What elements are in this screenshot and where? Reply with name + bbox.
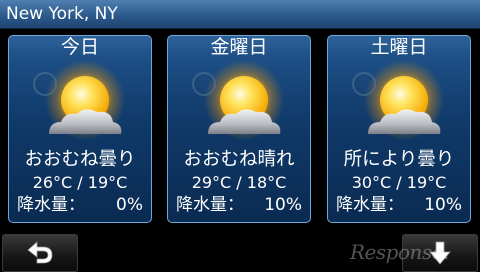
title-bar: New York, NY [0,0,480,29]
precip-label: 降水量： [17,195,85,215]
sun-behind-cloud-icon [342,60,458,158]
weather-screen: New York, NY 今日 おおむね曇り 26°C / 19°C 降水量： … [0,0,480,272]
forecast-precip: 降水量： 10% [168,193,310,217]
precip-value: 10% [264,195,302,215]
back-button[interactable] [2,234,78,272]
precip-label: 降水量： [336,195,404,215]
forecast-precip: 降水量： 0% [9,193,151,217]
back-arrow-icon [27,241,53,264]
precip-value: 0% [116,195,143,215]
forecast-condition: おおむね晴れ [183,149,295,170]
forecast-card-friday[interactable]: 金曜日 おおむね晴れ 29°C / 18°C 降水量： 10% [167,35,311,223]
forecast-temps: 29°C / 18°C [191,173,287,192]
watermark-logo: Response. [350,240,449,264]
sun-behind-cloud-icon [182,60,298,158]
forecast-card-today[interactable]: 今日 おおむね曇り 26°C / 19°C 降水量： 0% [8,35,152,223]
forecast-condition: おおむね曇り [24,149,136,170]
forecast-day-label: 土曜日 [370,36,428,58]
forecast-day-label: 金曜日 [210,36,268,58]
forecast-temps: 30°C / 19°C [351,173,447,192]
forecast-day-label: 今日 [60,36,99,58]
forecast-condition: 所により曇り [343,149,455,170]
location-title: New York, NY [6,4,118,24]
forecast-card-saturday[interactable]: 土曜日 所により曇り 30°C / 19°C 降水量： 10% [327,35,471,223]
forecast-temps: 26°C / 19°C [32,173,128,192]
sun-behind-cloud-icon [23,60,139,158]
precip-label: 降水量： [176,195,244,215]
precip-value: 10% [424,195,462,215]
forecast-precip: 降水量： 10% [328,193,470,217]
